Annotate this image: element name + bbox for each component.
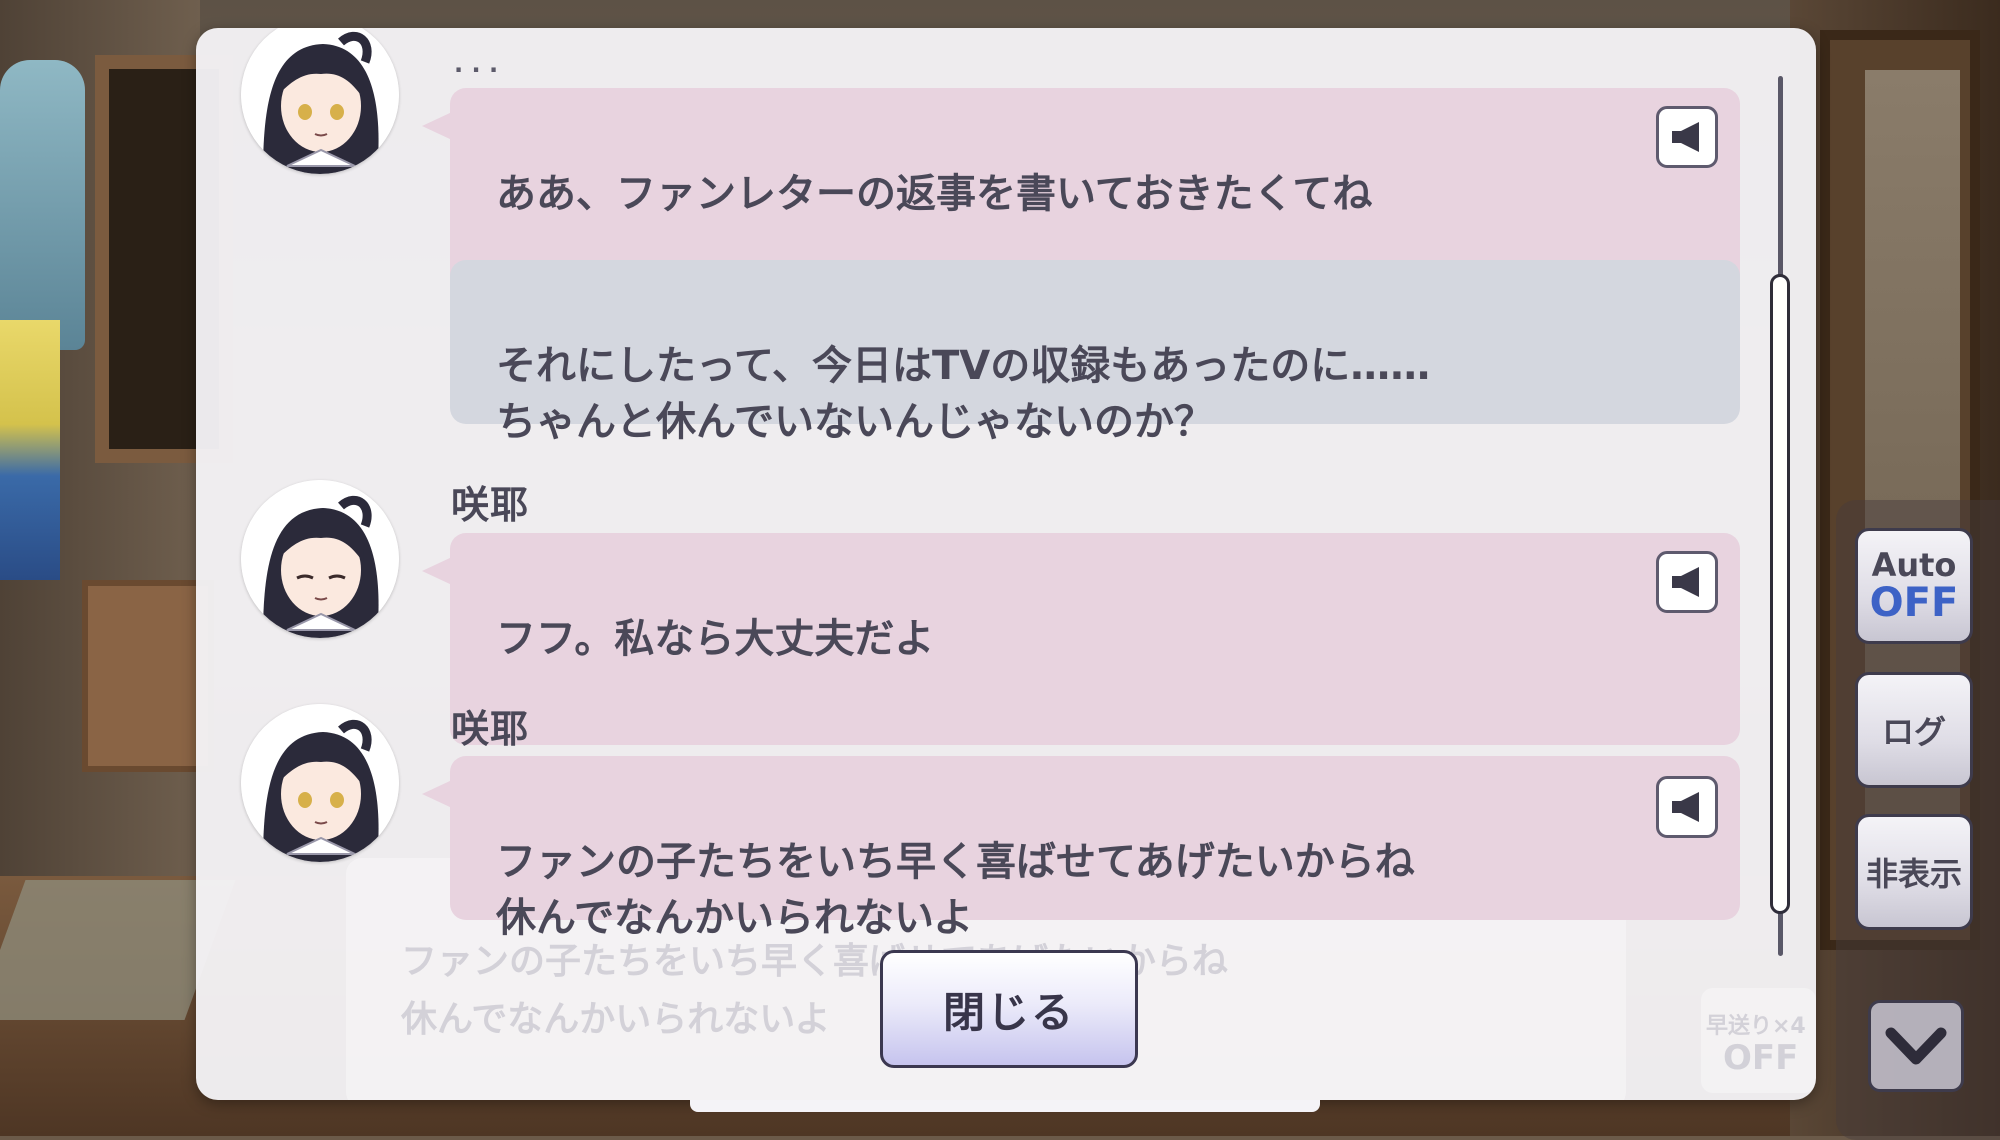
message-bubble: ファンの子たちをいち早く喜ばせてあげたいからね 休んでなんかいられないよ <box>422 756 1740 941</box>
message-text: ああ、ファンレターの返事を書いておきたくてね <box>496 171 1373 217</box>
log-scrollbar[interactable] <box>1770 76 1790 956</box>
close-button[interactable]: 閉じる <box>880 950 1138 1068</box>
auto-button[interactable]: Auto OFF <box>1855 528 1973 644</box>
message-bubble: フフ。私なら大丈夫だよ <box>422 533 1740 745</box>
chevron-down-icon <box>1885 1027 1947 1065</box>
wall-poster <box>0 320 60 580</box>
replay-voice-button[interactable] <box>1656 106 1718 168</box>
ghost-fastforward-box <box>1701 988 1816 1093</box>
replay-voice-button[interactable] <box>1656 551 1718 613</box>
log-panel: ファンの子たちをいち早く喜ばせてあげたいからね 休んでなんかいられないよ 早送り… <box>196 28 1816 1100</box>
ghost-fastforward-label: 早送り×4 <box>1706 1014 1806 1039</box>
auto-label: Auto <box>1871 546 1957 584</box>
log-label: ログ <box>1881 713 1946 751</box>
speaker-name: 咲耶 <box>451 707 530 751</box>
chevron-down-button[interactable] <box>1868 1000 1964 1092</box>
cut-off-speaker-name: · · · <box>454 56 499 84</box>
sakuya-avatar <box>241 704 399 862</box>
message-text: ファンの子たちをいち早く喜ばせてあげたいからね 休んでなんかいられないよ <box>496 839 1415 941</box>
replay-voice-button[interactable] <box>1656 776 1718 838</box>
ghost-dialogue-line-2: 休んでなんかいられないよ <box>401 999 831 1040</box>
speaker-icon <box>1672 122 1699 152</box>
hanging-jacket <box>0 60 85 350</box>
room-shelf <box>82 580 214 772</box>
auto-state: OFF <box>1869 580 1959 626</box>
hide-label: 非表示 <box>1865 855 1962 893</box>
speaker-icon <box>1672 567 1699 597</box>
scrollbar-thumb[interactable] <box>1770 274 1790 914</box>
panel-bottom-tab <box>690 1100 1320 1112</box>
hide-button[interactable]: 非表示 <box>1855 814 1973 930</box>
ghost-fastforward-state: OFF <box>1723 1038 1799 1078</box>
message-text: それにしたって、今日はTVの収録もあったのに…… ちゃんと休んでいないんじゃない… <box>496 343 1431 445</box>
speaker-name: 咲耶 <box>451 483 530 527</box>
sakuya-avatar <box>241 480 399 638</box>
speaker-icon <box>1672 792 1699 822</box>
sakuya-avatar <box>241 28 399 174</box>
message-bubble: それにしたって、今日はTVの収録もあったのに…… ちゃんと休んでいないんじゃない… <box>450 260 1740 445</box>
message-text: フフ。私なら大丈夫だよ <box>496 616 935 662</box>
log-button[interactable]: ログ <box>1855 672 1973 788</box>
